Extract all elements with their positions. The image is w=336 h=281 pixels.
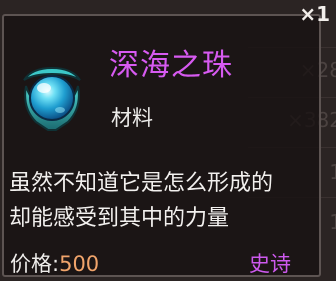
stack-count: ×1 bbox=[299, 2, 330, 26]
game-screen: ×28 ×382 1 1 ×1 bbox=[0, 0, 336, 281]
item-description: 虽然不知道它是怎么形成的 却能感受到其中的力量 bbox=[9, 166, 321, 236]
item-type: 材料 bbox=[111, 106, 153, 130]
slot-count: 1 bbox=[329, 160, 336, 184]
description-line: 却能感受到其中的力量 bbox=[9, 206, 230, 231]
price-row: 价格:500 bbox=[10, 248, 99, 278]
slot-count: 1 bbox=[329, 210, 336, 234]
rarity-label: 史诗 bbox=[249, 252, 291, 276]
description-line: 虽然不知道它是怎么形成的 bbox=[9, 171, 274, 196]
pearl-icon bbox=[18, 64, 86, 136]
item-name: 深海之珠 bbox=[109, 48, 233, 83]
price-label: 价格: bbox=[10, 252, 60, 276]
price-value: 500 bbox=[59, 252, 100, 276]
item-tooltip: 深海之珠 材料 虽然不知道它是怎么形成的 却能感受到其中的力量 价格:500 史… bbox=[2, 14, 321, 277]
